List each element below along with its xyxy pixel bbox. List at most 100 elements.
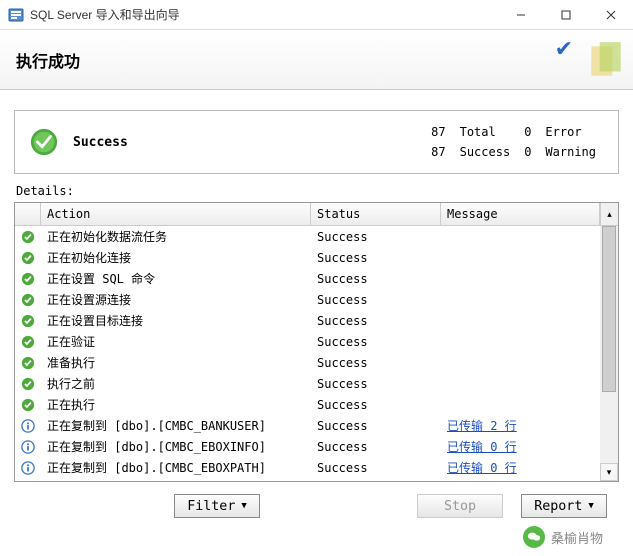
minimize-icon <box>516 10 526 20</box>
minimize-button[interactable] <box>498 0 543 30</box>
stop-label: Stop <box>444 499 476 514</box>
success-icon <box>29 127 59 157</box>
check-circle-icon <box>21 293 35 307</box>
stop-button: Stop <box>417 494 503 518</box>
row-message-cell <box>441 317 618 325</box>
row-action-cell: 正在复制到 [dbo].[CMBC_EBOXPATH] <box>41 455 311 480</box>
info-circle-icon <box>21 419 35 433</box>
check-circle-icon <box>21 272 35 286</box>
page-title: 执行成功 <box>16 48 80 72</box>
filter-button[interactable]: Filter ▼ <box>174 494 260 518</box>
error-label: Error <box>539 123 602 141</box>
summary-stats: 87 Total 0 Error 87 Success 0 Warning <box>423 121 604 163</box>
warning-count: 0 <box>518 143 537 161</box>
scrollbar[interactable]: ▾ <box>600 226 618 481</box>
wizard-header: 执行成功 ✔ <box>0 30 633 90</box>
check-circle-icon <box>21 314 35 328</box>
column-header-action[interactable]: Action <box>41 203 311 225</box>
button-row: Filter ▼ Stop Report ▼ <box>14 482 619 526</box>
row-icon-cell <box>15 394 41 416</box>
table-row[interactable]: 执行之前Success <box>15 373 618 394</box>
summary-panel: Success 87 Total 0 Error 87 Success 0 Wa… <box>14 110 619 174</box>
row-message-cell <box>441 296 618 304</box>
header-decoration-icon <box>585 40 627 82</box>
scroll-thumb[interactable] <box>602 226 616 392</box>
row-status-cell: Success <box>311 331 441 353</box>
table-row[interactable]: 正在执行Success <box>15 394 618 415</box>
header-checkmark-icon: ✔ <box>555 36 573 62</box>
check-circle-icon <box>21 356 35 370</box>
column-header-status[interactable]: Status <box>311 203 441 225</box>
table-row[interactable]: 正在复制到 [dbo].[CMBC_BANKUSER]Success已传输 2 … <box>15 415 618 436</box>
row-status-cell: Success <box>311 415 441 437</box>
chevron-up-icon: ▴ <box>607 209 612 220</box>
row-message-cell <box>441 380 618 388</box>
scroll-track[interactable] <box>600 226 618 463</box>
row-status-cell: Success <box>311 247 441 269</box>
table-row[interactable]: 正在初始化连接Success <box>15 247 618 268</box>
message-link[interactable]: 已传输 0 行 <box>447 440 517 454</box>
table-row[interactable]: 正在验证Success <box>15 331 618 352</box>
grid-header: Action Status Message ▴ <box>15 203 618 226</box>
error-count: 0 <box>518 123 537 141</box>
scroll-header-up[interactable]: ▴ <box>600 203 618 225</box>
watermark: 桑榆肖物 <box>523 526 603 548</box>
check-circle-icon <box>21 398 35 412</box>
info-circle-icon <box>21 461 35 475</box>
success-label: Success <box>454 143 517 161</box>
row-icon-cell <box>15 373 41 395</box>
table-row[interactable]: 正在复制到 [dbo].[CMBC_EBOXINFO]Success已传输 0 … <box>15 436 618 457</box>
row-icon-cell <box>15 352 41 374</box>
watermark-text: 桑榆肖物 <box>551 528 603 547</box>
row-icon-cell <box>15 247 41 269</box>
success-count: 87 <box>425 143 451 161</box>
window-buttons <box>498 0 633 30</box>
chevron-down-icon: ▾ <box>607 467 612 478</box>
table-row[interactable]: 正在复制到 [dbo].[CMBC_EBOXPATH]Success 已传输 0 … <box>15 457 618 478</box>
row-icon-cell <box>15 436 41 458</box>
info-circle-icon <box>21 440 35 454</box>
table-row[interactable]: 正在初始化数据流任务Success <box>15 226 618 247</box>
chevron-down-icon: ▼ <box>588 501 593 511</box>
warning-label: Warning <box>539 143 602 161</box>
table-row[interactable]: 正在设置 SQL 命令Success <box>15 268 618 289</box>
row-status-cell: Success <box>311 352 441 374</box>
row-status-cell: Success <box>311 226 441 248</box>
summary-label: Success <box>73 135 128 150</box>
maximize-icon <box>561 10 571 20</box>
close-button[interactable] <box>588 0 633 30</box>
details-label: Details: <box>16 184 617 198</box>
row-message-cell <box>441 359 618 367</box>
row-status-cell: Success <box>311 373 441 395</box>
check-circle-icon <box>21 335 35 349</box>
column-header-message[interactable]: Message <box>441 203 600 225</box>
filter-label: Filter <box>187 499 235 514</box>
table-row[interactable]: 准备执行Success <box>15 352 618 373</box>
message-link[interactable]: 已传输 0 行 <box>447 461 517 475</box>
row-message-cell <box>441 254 618 262</box>
titlebar: SQL Server 导入和导出向导 <box>0 0 633 30</box>
message-link[interactable]: 已传输 2 行 <box>447 419 517 433</box>
scroll-down-button[interactable]: ▾ <box>600 463 618 481</box>
row-message-cell <box>441 275 618 283</box>
row-icon-cell <box>15 289 41 311</box>
row-icon-cell <box>15 310 41 332</box>
row-status-cell: Success <box>311 289 441 311</box>
app-icon <box>8 7 24 23</box>
check-circle-icon <box>21 230 35 244</box>
row-icon-cell <box>15 415 41 437</box>
row-icon-cell <box>15 457 41 479</box>
total-count: 87 <box>425 123 451 141</box>
maximize-button[interactable] <box>543 0 588 30</box>
wechat-icon <box>523 526 545 548</box>
table-row[interactable]: 正在设置源连接Success <box>15 289 618 310</box>
report-label: Report <box>534 499 582 514</box>
row-status-cell: Success <box>311 310 441 332</box>
row-status-cell: Success <box>311 457 441 479</box>
column-header-icon[interactable] <box>15 203 41 225</box>
check-circle-icon <box>21 377 35 391</box>
table-row[interactable]: 正在设置目标连接Success <box>15 310 618 331</box>
report-button[interactable]: Report ▼ <box>521 494 607 518</box>
details-grid: Action Status Message ▴ 正在初始化数据流任务Succes… <box>14 202 619 482</box>
row-icon-cell <box>15 226 41 248</box>
